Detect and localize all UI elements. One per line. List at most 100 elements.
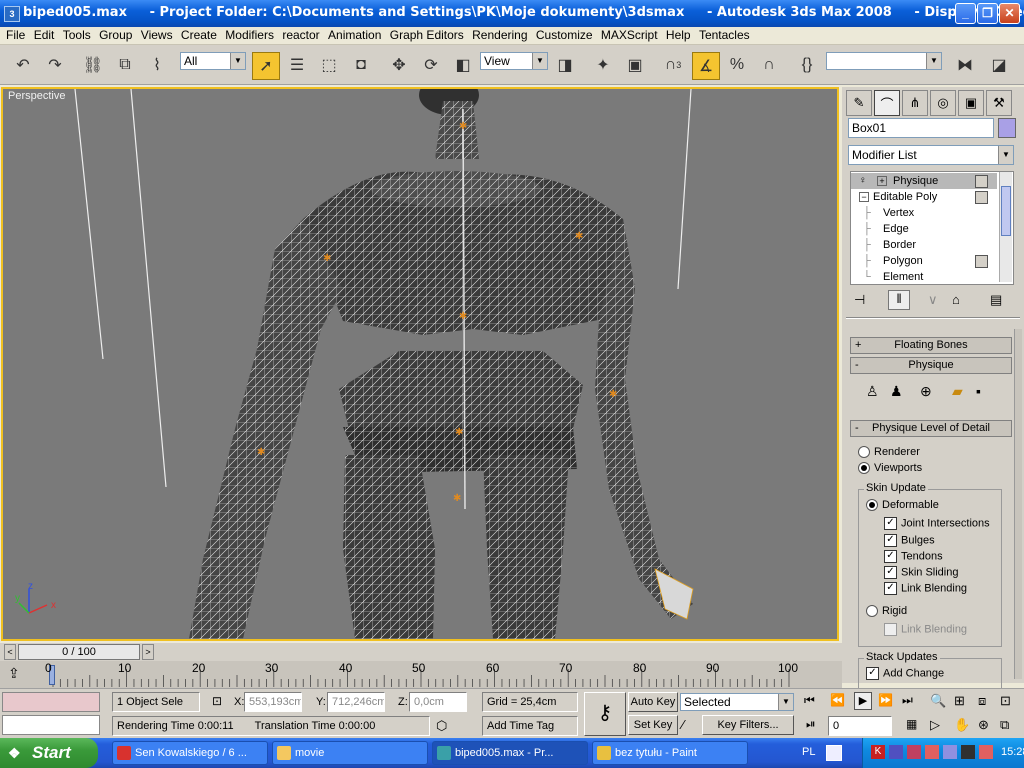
- menu-tentacles[interactable]: Tentacles: [694, 27, 750, 43]
- maximize-viewport-icon[interactable]: ⧉: [1000, 717, 1009, 733]
- object-name-field[interactable]: Box01: [848, 118, 994, 138]
- key-mode-toggle-icon[interactable]: ⏯: [806, 717, 816, 732]
- menu-modifiers[interactable]: Modifiers: [220, 27, 274, 43]
- zoom-extents-all-icon[interactable]: ⊡: [1000, 693, 1011, 709]
- bind-space-warp-icon[interactable]: ⌇: [144, 52, 170, 78]
- go-to-end-icon[interactable]: ⏭: [902, 693, 913, 708]
- time-slider[interactable]: < 0 / 100 >: [0, 643, 842, 661]
- stack-item-editable-poly[interactable]: − Editable Poly: [851, 189, 997, 205]
- key-filters-button[interactable]: Key Filters...: [702, 715, 794, 735]
- attach-to-node-icon[interactable]: ♙: [866, 383, 879, 400]
- viewports-radio[interactable]: Viewports: [858, 462, 922, 475]
- next-frame-icon[interactable]: ⏩: [878, 693, 893, 707]
- move-icon[interactable]: ✥: [386, 52, 412, 78]
- tray-app-icon[interactable]: [925, 745, 939, 759]
- rigid-link-blending-checkbox[interactable]: Link Blending: [884, 623, 967, 636]
- select-and-link-icon[interactable]: ⛓: [80, 52, 106, 78]
- collapse-icon[interactable]: −: [859, 192, 869, 202]
- select-object-icon[interactable]: ➚: [252, 52, 280, 80]
- skin-sliding-checkbox[interactable]: ✓ Skin Sliding: [884, 566, 958, 579]
- command-panel-scrollbar[interactable]: [1014, 329, 1022, 679]
- set-key-button[interactable]: Set Key: [628, 715, 678, 735]
- open-file-icon[interactable]: ▰: [952, 383, 963, 400]
- zoom-extents-icon[interactable]: ⧈: [978, 693, 986, 709]
- rectangular-selection-icon[interactable]: ⬚: [316, 52, 342, 78]
- reinitialize-icon[interactable]: ♟: [890, 383, 903, 400]
- time-configuration-icon[interactable]: ▦: [906, 717, 917, 731]
- modify-tab-icon[interactable]: ⌒: [874, 90, 900, 116]
- tray-app-icon[interactable]: [979, 745, 993, 759]
- field-of-view-icon[interactable]: ▷: [930, 717, 940, 733]
- scale-icon[interactable]: ◧: [450, 52, 476, 78]
- menu-file[interactable]: File: [0, 27, 25, 43]
- renderer-radio[interactable]: Renderer: [858, 446, 920, 459]
- deformable-radio[interactable]: Deformable: [866, 499, 939, 512]
- zoom-all-icon[interactable]: ⊞: [954, 693, 965, 709]
- menu-views[interactable]: Views: [136, 27, 173, 43]
- go-to-start-icon[interactable]: ⏮: [804, 693, 815, 708]
- snaps-toggle-icon[interactable]: ∩ 3: [660, 52, 686, 78]
- utilities-tab-icon[interactable]: ⚒: [986, 90, 1012, 116]
- add-time-tag[interactable]: Add Time Tag: [482, 716, 578, 736]
- spinner-snap-icon[interactable]: ∩: [756, 52, 782, 78]
- vertex-link-icon[interactable]: ⊕: [920, 383, 932, 400]
- viewport-label[interactable]: Perspective: [8, 90, 65, 102]
- zoom-icon[interactable]: 🔍: [930, 693, 946, 709]
- stack-subitem-polygon[interactable]: ├ Polygon: [851, 253, 997, 269]
- lightbulb-icon[interactable]: ♀: [859, 173, 867, 189]
- taskbar-item[interactable]: bez tytułu - Paint: [592, 741, 748, 765]
- named-selection-dropdown[interactable]: ▼: [826, 52, 942, 70]
- align-icon[interactable]: ◪: [986, 52, 1012, 78]
- object-color-swatch[interactable]: [998, 118, 1016, 138]
- menu-customize[interactable]: Customize: [531, 27, 593, 43]
- perspective-viewport[interactable]: ✱✱✱ ✱✱✱ ✱✱✱ Perspective z x y: [1, 87, 839, 641]
- expand-icon[interactable]: +: [877, 176, 887, 186]
- tray-app-icon[interactable]: [961, 745, 975, 759]
- percent-snap-icon[interactable]: %: [724, 52, 750, 78]
- rollout-floating-bones[interactable]: + Floating Bones: [850, 337, 1012, 354]
- menu-maxscript[interactable]: MAXScript: [596, 27, 658, 43]
- rotate-icon[interactable]: ⟳: [418, 52, 444, 78]
- pin-stack-icon[interactable]: ⊣: [854, 292, 865, 308]
- y-coordinate-field[interactable]: 712,246cm: [327, 692, 385, 712]
- mirror-icon[interactable]: ⧓: [952, 52, 978, 78]
- clock[interactable]: 15:28: [1001, 746, 1024, 758]
- bulges-checkbox[interactable]: ✓ Bulges: [884, 534, 935, 547]
- hierarchy-tab-icon[interactable]: ⋔: [902, 90, 928, 116]
- z-coordinate-field[interactable]: 0,0cm: [409, 692, 467, 712]
- make-unique-icon[interactable]: ∨: [928, 292, 938, 308]
- stack-subitem-element[interactable]: └ Element: [851, 269, 997, 284]
- key-mode-dropdown[interactable]: Selected ▼: [680, 693, 794, 711]
- stack-subitem-border[interactable]: ├ Border: [851, 237, 997, 253]
- display-tab-icon[interactable]: ▣: [958, 90, 984, 116]
- unlink-icon[interactable]: ⧉: [112, 52, 138, 78]
- stack-item-physique[interactable]: ♀ + Physique: [851, 173, 997, 189]
- motion-tab-icon[interactable]: ◎: [930, 90, 956, 116]
- cube-icon[interactable]: ⬡: [436, 718, 447, 734]
- stack-scrollbar[interactable]: [999, 172, 1012, 282]
- add-change-checkbox[interactable]: ✓ Add Change: [866, 667, 944, 680]
- tray-app-icon[interactable]: [907, 745, 921, 759]
- antivirus-icon[interactable]: K: [871, 745, 885, 759]
- taskbar-item[interactable]: movie: [272, 741, 428, 765]
- create-tab-icon[interactable]: ✎: [846, 90, 872, 116]
- menu-rendering[interactable]: Rendering: [467, 27, 527, 43]
- show-end-result-icon[interactable]: ‖: [888, 290, 910, 310]
- joint-intersections-checkbox[interactable]: ✓ Joint Intersections: [884, 517, 990, 530]
- arc-rotate-icon[interactable]: ⊛: [978, 717, 989, 733]
- pan-icon[interactable]: ✋: [954, 717, 970, 733]
- play-icon[interactable]: ▶: [854, 692, 872, 710]
- x-coordinate-field[interactable]: 553,193cm: [244, 692, 302, 712]
- previous-frame-icon[interactable]: ⏪: [830, 693, 845, 707]
- manipulate-icon[interactable]: ✦: [590, 52, 616, 78]
- menu-tools[interactable]: Tools: [58, 27, 91, 43]
- edit-named-selection-icon[interactable]: {}: [794, 52, 820, 78]
- default-tangents-icon[interactable]: ∕: [682, 717, 684, 732]
- configure-modifier-sets-icon[interactable]: ▤: [990, 292, 1002, 308]
- link-blending-checkbox[interactable]: ✓ Link Blending: [884, 582, 967, 595]
- menu-graph-editors[interactable]: Graph Editors: [385, 27, 464, 43]
- current-frame-field[interactable]: 0: [828, 716, 892, 736]
- stack-subitem-edge[interactable]: ├ Edge: [851, 221, 997, 237]
- curve-editor-icon[interactable]: ⇪: [8, 665, 20, 682]
- save-file-icon[interactable]: ▪: [976, 383, 981, 399]
